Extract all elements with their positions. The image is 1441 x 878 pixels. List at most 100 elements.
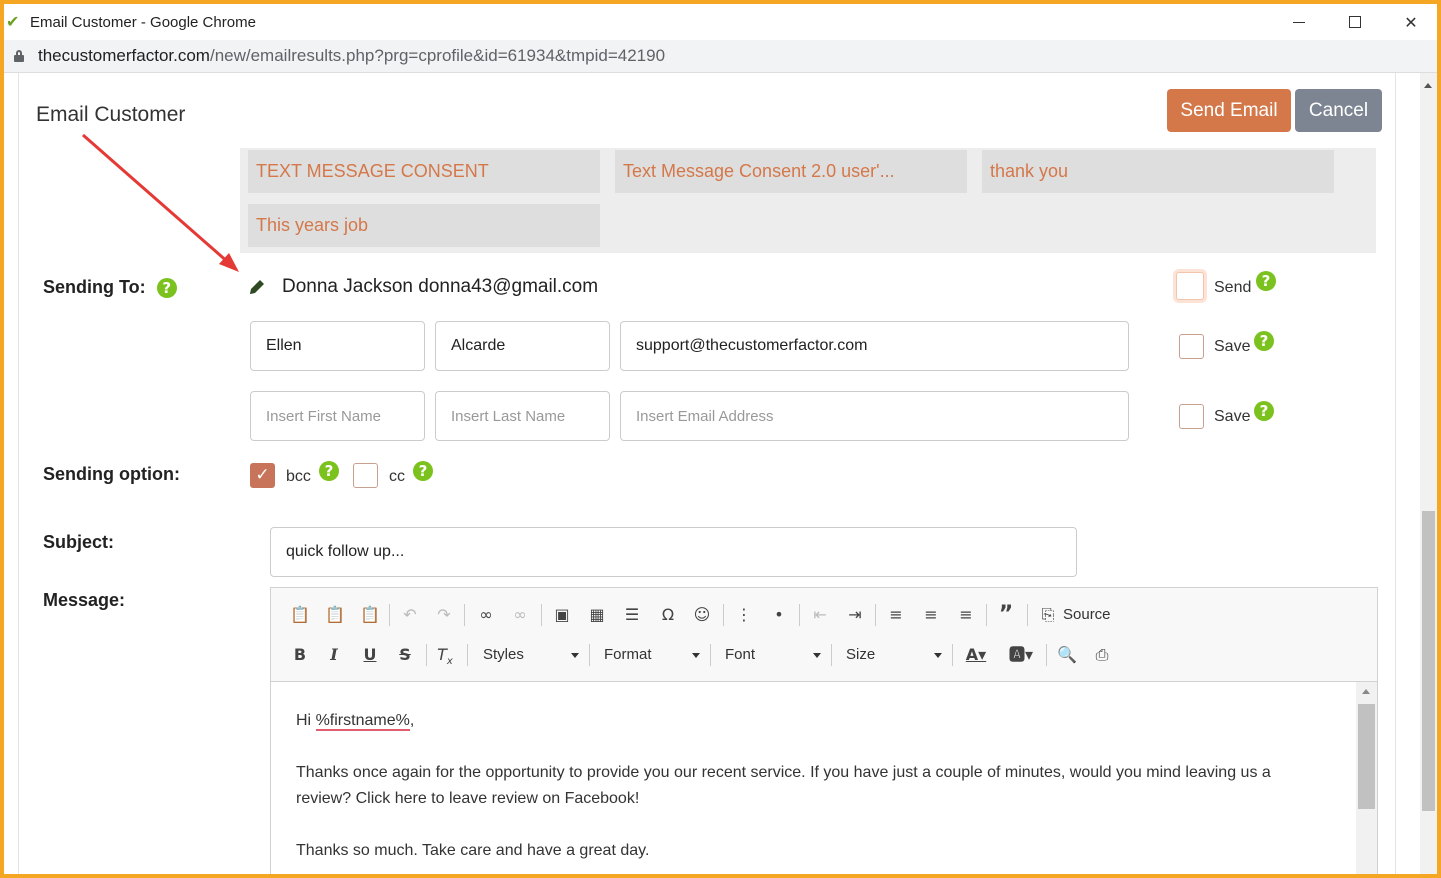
save-checkbox[interactable]	[1179, 404, 1204, 429]
align-center-icon[interactable]: ≡	[918, 602, 944, 628]
scroll-thumb[interactable]	[1358, 704, 1375, 809]
message-paragraph: Thanks so much. Take care and have a gre…	[296, 842, 650, 859]
text-color-icon[interactable]: A▾	[963, 642, 989, 668]
editor-toolbar: 📋 📋 📋 ↶ ↷ ∞ ∞ ▣ ▦ ☰ Ω ☺ ⋮ • ⇤ ⇥ ≡ ≡ ≡ ” …	[271, 588, 1377, 682]
editor-content[interactable]: Hi %firstname%, Thanks once again for th…	[271, 682, 1355, 874]
save-checkbox[interactable]	[1179, 334, 1204, 359]
rich-text-editor[interactable]: 📋 📋 📋 ↶ ↷ ∞ ∞ ▣ ▦ ☰ Ω ☺ ⋮ • ⇤ ⇥ ≡ ≡ ≡ ” …	[270, 587, 1378, 874]
save-label: Save	[1214, 408, 1251, 425]
minimize-button[interactable]	[1271, 4, 1327, 40]
maximize-button[interactable]	[1327, 4, 1383, 40]
align-left-icon[interactable]: ≡	[883, 602, 909, 628]
lock-icon	[14, 50, 24, 62]
send-label: Send	[1214, 279, 1252, 296]
address-bar[interactable]: thecustomerfactor.com/new/emailresults.p…	[4, 40, 1437, 73]
table-icon[interactable]: ▦	[584, 602, 610, 628]
email-field[interactable]: support@thecustomerfactor.com	[620, 321, 1129, 371]
bcc-label: bcc	[286, 468, 311, 485]
cc-label: cc	[389, 468, 405, 485]
template-item[interactable]: This years job	[248, 204, 600, 247]
remove-format-icon[interactable]: Tx	[432, 642, 458, 668]
help-icon[interactable]: ?	[319, 461, 339, 481]
first-name-field[interactable]: Ellen	[250, 321, 425, 371]
save-label: Save	[1214, 338, 1251, 355]
underline-icon[interactable]: U	[357, 642, 383, 668]
size-dropdown[interactable]: Size	[846, 642, 942, 668]
editor-scrollbar[interactable]	[1356, 682, 1377, 874]
chevron-down-icon	[813, 653, 821, 658]
font-label: Font	[725, 646, 756, 663]
source-icon[interactable]: ⎘	[1035, 602, 1061, 628]
paste-word-icon[interactable]: 📋	[357, 602, 383, 628]
close-button[interactable]: ✕	[1383, 4, 1437, 40]
italic-icon[interactable]: I	[321, 642, 347, 668]
scroll-up-icon	[1362, 689, 1370, 694]
scroll-thumb[interactable]	[1422, 511, 1435, 811]
greeting-prefix: Hi	[296, 712, 316, 729]
send-email-button[interactable]: Send Email	[1167, 89, 1291, 132]
template-item[interactable]: TEXT MESSAGE CONSENT	[248, 150, 600, 193]
merge-field-firstname: %firstname%	[315, 712, 410, 731]
template-item[interactable]: Text Message Consent 2.0 user'...	[615, 150, 967, 193]
greeting-line: Hi %firstname%,	[296, 708, 1330, 734]
minimize-icon	[1293, 21, 1305, 23]
email-input[interactable]: Insert Email Address	[620, 391, 1129, 441]
page-scrollbar[interactable]	[1420, 73, 1437, 874]
image-icon[interactable]: ▣	[549, 602, 575, 628]
source-button[interactable]: Source	[1063, 602, 1111, 628]
indent-icon[interactable]: ⇥	[842, 602, 868, 628]
help-icon[interactable]: ?	[1254, 401, 1274, 421]
message-paragraph: Thanks once again for the opportunity to…	[296, 764, 1271, 807]
outdent-icon[interactable]: ⇤	[807, 602, 833, 628]
help-icon[interactable]: ?	[1256, 271, 1276, 291]
primary-recipient: Donna Jackson donna43@gmail.com	[282, 276, 599, 297]
page-content: Email Customer Send Email Cancel TEXT ME…	[4, 73, 1437, 874]
bcc-checkbox[interactable]: ✓	[250, 463, 275, 488]
url-path: /new/emailresults.php?prg=cprofile&id=61…	[209, 46, 666, 65]
redo-icon[interactable]: ↷	[431, 602, 457, 628]
blockquote-icon[interactable]: ”	[993, 602, 1019, 628]
close-icon: ✕	[1404, 12, 1418, 32]
sending-option-label: Sending option:	[43, 464, 180, 484]
url-text[interactable]: thecustomerfactor.com/new/emailresults.p…	[38, 46, 665, 66]
greeting-suffix: ,	[409, 712, 415, 729]
template-item[interactable]: thank you	[982, 150, 1334, 193]
send-checkbox[interactable]	[1176, 272, 1204, 300]
cc-checkbox[interactable]	[353, 463, 378, 488]
styles-dropdown[interactable]: Styles	[483, 642, 579, 668]
font-dropdown[interactable]: Font	[725, 642, 821, 668]
last-name-field[interactable]: Alcarde	[435, 321, 610, 371]
align-right-icon[interactable]: ≡	[953, 602, 979, 628]
horizontal-line-icon[interactable]: ☰	[619, 602, 645, 628]
bold-icon[interactable]: B	[287, 642, 313, 668]
strikethrough-icon[interactable]: S	[392, 642, 418, 668]
print-icon[interactable]: ⎙	[1089, 642, 1115, 668]
help-icon[interactable]: ?	[156, 278, 177, 298]
subject-field[interactable]: quick follow up...	[270, 527, 1077, 577]
bulleted-list-icon[interactable]: •	[766, 602, 792, 628]
emoji-icon[interactable]: ☺	[689, 602, 715, 628]
cancel-button[interactable]: Cancel	[1295, 89, 1382, 132]
first-name-input[interactable]: Insert First Name	[250, 391, 425, 441]
link-icon[interactable]: ∞	[473, 602, 499, 628]
annotation-arrow	[82, 133, 239, 272]
special-char-icon[interactable]: Ω	[655, 602, 681, 628]
styles-label: Styles	[483, 646, 524, 663]
paste-icon[interactable]: 📋	[322, 602, 348, 628]
sending-to-text: Sending To:	[43, 277, 146, 297]
last-name-input[interactable]: Insert Last Name	[435, 391, 610, 441]
title-bar: ✔ Email Customer - Google Chrome ✕	[4, 4, 1437, 40]
background-color-icon[interactable]: 🅰▾	[1006, 642, 1036, 668]
help-icon[interactable]: ?	[413, 461, 433, 481]
chevron-down-icon	[571, 653, 579, 658]
app-check-icon: ✔	[6, 12, 20, 31]
pencil-edit-icon[interactable]	[247, 277, 267, 297]
preview-icon[interactable]: 🔍	[1054, 642, 1080, 668]
undo-icon[interactable]: ↶	[397, 602, 423, 628]
help-icon[interactable]: ?	[1254, 331, 1274, 351]
unlink-icon[interactable]: ∞	[507, 602, 533, 628]
numbered-list-icon[interactable]: ⋮	[731, 602, 757, 628]
cut-icon[interactable]: 📋	[287, 602, 313, 628]
scroll-up-icon	[1424, 83, 1432, 88]
format-dropdown[interactable]: Format	[604, 642, 700, 668]
